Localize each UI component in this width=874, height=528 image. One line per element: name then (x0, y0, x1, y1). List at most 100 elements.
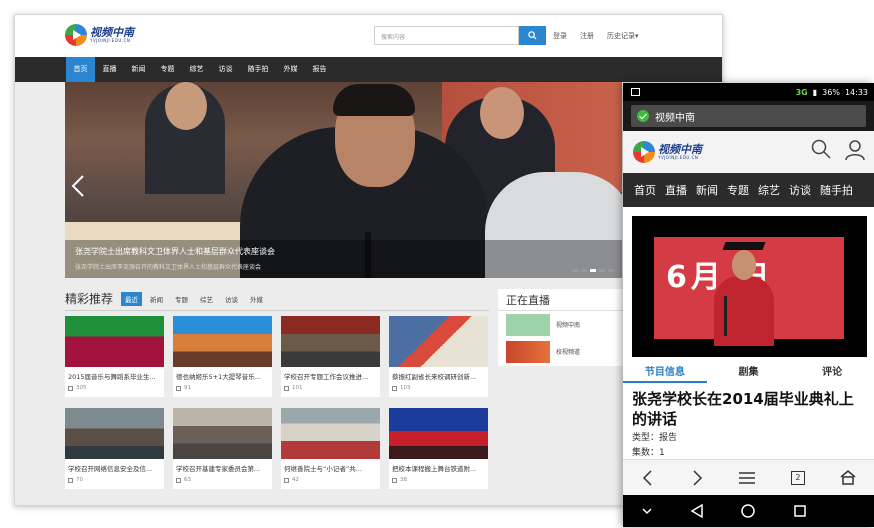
banner-dot[interactable] (572, 269, 578, 272)
tabs-count-button[interactable]: 2 (790, 470, 805, 485)
register-link[interactable]: 注册 (580, 31, 594, 41)
banner-dot[interactable] (599, 269, 605, 272)
recommend-tab-topics[interactable]: 专题 (171, 292, 192, 306)
nav-live[interactable]: 直播 (95, 57, 124, 82)
meta-label: 集数： (632, 448, 660, 458)
home-icon[interactable] (840, 470, 856, 485)
system-recents-icon[interactable] (794, 505, 806, 517)
main-nav: 首页 直播 新闻 专题 综艺 访谈 随手拍 外媒 报告 (15, 57, 722, 82)
nav-foreign-media[interactable]: 外媒 (276, 57, 305, 82)
video-card[interactable]: 蔡振红副省长来校调研创新... 103 (389, 316, 488, 397)
video-player[interactable]: 6月 日 (632, 216, 867, 357)
mobile-nav-snapshots[interactable]: 随手拍 (817, 182, 859, 198)
video-thumbnail[interactable] (281, 316, 380, 367)
live-channel[interactable]: 校视频道 (498, 338, 626, 365)
login-link[interactable]: 登录 (553, 31, 567, 41)
search-icon[interactable] (811, 139, 831, 159)
tab-episodes[interactable]: 剧集 (707, 363, 791, 383)
tab-program-info[interactable]: 节目信息 (623, 363, 707, 383)
video-views: 38 (389, 473, 488, 483)
divider (65, 310, 489, 311)
recommend-tab-recent[interactable]: 最近 (121, 291, 143, 306)
recommend-tab-foreign[interactable]: 外媒 (246, 292, 267, 306)
system-home-icon[interactable] (741, 504, 756, 518)
live-channel[interactable]: 视频中南 (498, 311, 626, 338)
video-title[interactable]: 蔡振红副省长来校调研创新... (389, 367, 488, 381)
system-back-icon[interactable] (690, 504, 703, 518)
nav-variety[interactable]: 综艺 (182, 57, 211, 82)
mobile-site: 3G ▮ 36% 14:33 视频中南 视频中南 YVJOINJI.EDU.CN (623, 83, 874, 527)
video-title[interactable]: 2015届音乐与舞蹈系毕业生... (65, 367, 164, 381)
menu-icon[interactable] (739, 471, 756, 485)
back-icon[interactable] (641, 469, 655, 486)
check-icon (637, 110, 649, 122)
banner-prev-arrow-icon[interactable] (71, 174, 85, 198)
video-thumbnail[interactable] (65, 316, 164, 367)
user-icon[interactable] (845, 139, 865, 161)
video-card[interactable]: 2015届音乐与舞蹈系毕业生... 305 (65, 316, 164, 397)
recommend-tab-interview[interactable]: 访谈 (221, 292, 242, 306)
tab-comments[interactable]: 评论 (790, 363, 874, 383)
views-count: 101 (292, 385, 303, 391)
video-card[interactable]: 把校本课程搬上舞台铁道附... 38 (389, 408, 488, 489)
live-channel-name[interactable]: 视频中南 (556, 320, 580, 329)
search-input[interactable]: 搜索内容 (374, 26, 519, 45)
nav-home[interactable]: 首页 (66, 57, 95, 82)
video-title[interactable]: 学校召开专题工作会议推进... (281, 367, 380, 381)
video-thumbnail[interactable] (389, 408, 488, 459)
video-card[interactable]: 德也纳姬乐5+1大提琴音乐... 91 (173, 316, 272, 397)
mobile-nav-variety[interactable]: 综艺 (755, 182, 786, 198)
hero-banner[interactable]: 张尧学院士出席教科文卫体界人士和基层群众代表座谈会 张尧学院士出席李克强召开的教… (65, 82, 622, 278)
mobile-nav-home[interactable]: 首页 (631, 182, 662, 198)
mobile-nav-live[interactable]: 直播 (662, 182, 693, 198)
recommend-tab-variety[interactable]: 综艺 (196, 292, 217, 306)
signal-icon: ▮ (812, 87, 818, 97)
video-views: 103 (389, 381, 488, 391)
views-icon (392, 477, 397, 483)
nav-topics[interactable]: 专题 (153, 57, 182, 82)
video-thumbnail[interactable] (389, 316, 488, 367)
video-title[interactable]: 把校本课程搬上舞台铁道附... (389, 459, 488, 473)
mobile-logo[interactable]: 视频中南 YVJOINJI.EDU.CN (633, 141, 702, 163)
banner-dot[interactable] (608, 269, 614, 272)
video-title[interactable]: 何继善院士与“小记者”共... (281, 459, 380, 473)
search-button[interactable] (519, 26, 546, 45)
banner-title[interactable]: 张尧学院士出席教科文卫体界人士和基层群众代表座谈会 (75, 246, 612, 257)
video-thumbnail[interactable] (173, 316, 272, 367)
views-count: 91 (184, 385, 191, 391)
video-thumbnail[interactable] (281, 408, 380, 459)
recommend-tab-news[interactable]: 新闻 (146, 292, 167, 306)
video-title[interactable]: 德也纳姬乐5+1大提琴音乐... (173, 367, 272, 381)
video-title[interactable]: 学校召开基建专家委员会第... (173, 459, 272, 473)
views-count: 103 (400, 385, 411, 391)
nav-interview[interactable]: 访谈 (211, 57, 240, 82)
video-card[interactable]: 何继善院士与“小记者”共... 42 (281, 408, 380, 489)
site-logo[interactable]: 视频中南 YVJOINJI.EDU.CN (65, 24, 134, 46)
mobile-nav-topics[interactable]: 专题 (724, 182, 755, 198)
history-dropdown[interactable]: 历史记录▾ (607, 31, 639, 41)
nav-reports[interactable]: 报告 (305, 57, 334, 82)
video-card[interactable]: 学校召开专题工作会议推进... 101 (281, 316, 380, 397)
program-type: 类型：报告 (632, 431, 865, 446)
live-channel-thumb[interactable] (506, 340, 550, 363)
mobile-nav-news[interactable]: 新闻 (693, 182, 724, 198)
live-panel: 正在直播 视频中南 校视频道 (498, 289, 626, 366)
forward-icon[interactable] (690, 469, 704, 486)
video-thumbnail[interactable] (173, 408, 272, 459)
video-thumbnail[interactable] (65, 408, 164, 459)
nav-snapshots[interactable]: 随手拍 (240, 57, 276, 82)
video-title[interactable]: 学校召开网络信息安全及信... (65, 459, 164, 473)
nav-news[interactable]: 新闻 (124, 57, 153, 82)
collapse-icon[interactable] (642, 507, 652, 515)
views-icon (284, 385, 289, 391)
banner-dot-active[interactable] (590, 269, 596, 272)
banner-pagination (572, 269, 614, 272)
desktop-header: 视频中南 YVJOINJI.EDU.CN 搜索内容 登录 注册 历史记录▾ (15, 15, 722, 57)
live-channel-name[interactable]: 校视频道 (556, 347, 580, 356)
live-channel-thumb[interactable] (506, 313, 550, 336)
screenshot-stage: 视频中南 YVJOINJI.EDU.CN 搜索内容 登录 注册 历史记录▾ 首页… (0, 0, 874, 528)
video-card[interactable]: 学校召开基建专家委员会第... 63 (173, 408, 272, 489)
banner-dot[interactable] (581, 269, 587, 272)
mobile-nav-interview[interactable]: 访谈 (786, 182, 817, 198)
video-card[interactable]: 学校召开网络信息安全及信... 70 (65, 408, 164, 489)
